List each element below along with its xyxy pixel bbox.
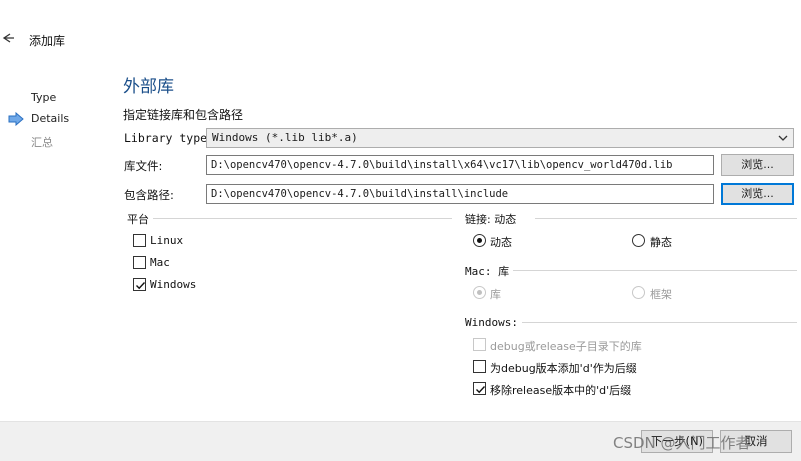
linkage-group-title: 链接: 动态 bbox=[465, 211, 521, 227]
debug-suffix-checkbox[interactable] bbox=[473, 360, 486, 373]
right-arrow-icon bbox=[8, 111, 24, 127]
include-path-label: 包含路径: bbox=[124, 188, 174, 202]
page-subheading: 指定链接库和包含路径 bbox=[123, 108, 244, 122]
library-type-select[interactable]: Windows (*.lib lib*.a) bbox=[206, 128, 794, 148]
dynamic-radio[interactable] bbox=[473, 234, 486, 247]
subdir-label: debug或release子目录下的库 bbox=[490, 340, 642, 353]
page-heading: 外部库 bbox=[123, 77, 174, 97]
mac-checkbox[interactable] bbox=[133, 256, 146, 269]
linkage-divider bbox=[535, 218, 797, 219]
nav-item-summary[interactable]: 汇总 bbox=[31, 134, 53, 150]
dialog-title: 添加库 bbox=[29, 34, 66, 48]
platform-divider bbox=[150, 218, 452, 219]
library-type-value: Windows (*.lib lib*.a) bbox=[212, 131, 358, 144]
windows-label: Windows bbox=[150, 278, 197, 291]
library-file-label: 库文件: bbox=[124, 159, 163, 173]
mac-library-label: 库 bbox=[490, 288, 501, 301]
mac-framework-label: 框架 bbox=[650, 288, 672, 301]
static-radio[interactable] bbox=[632, 234, 645, 247]
debug-suffix-label: 为debug版本添加'd'作为后缀 bbox=[490, 362, 637, 375]
dynamic-label: 动态 bbox=[490, 236, 512, 249]
static-label: 静态 bbox=[650, 236, 672, 249]
mac-lib-divider bbox=[512, 270, 797, 271]
include-path-input[interactable]: D:\opencv470\opencv-4.7.0\build\install\… bbox=[206, 184, 714, 204]
windows-divider bbox=[518, 322, 797, 323]
checkmark-icon bbox=[476, 386, 486, 394]
mac-framework-radio[interactable] bbox=[632, 286, 645, 299]
linux-checkbox[interactable] bbox=[133, 234, 146, 247]
mac-library-radio[interactable] bbox=[473, 286, 486, 299]
library-file-input[interactable]: D:\opencv470\opencv-4.7.0\build\install\… bbox=[206, 155, 714, 175]
watermark: CSDN @入门工作者 bbox=[613, 434, 751, 452]
mac-label: Mac bbox=[150, 256, 170, 269]
remove-d-label: 移除release版本中的'd'后缀 bbox=[490, 384, 632, 397]
browse-include-button[interactable]: 浏览... bbox=[721, 183, 794, 205]
windows-group-title: Windows: bbox=[465, 316, 522, 329]
chevron-down-icon bbox=[777, 132, 789, 144]
windows-checkbox[interactable] bbox=[133, 278, 146, 291]
subdir-checkbox[interactable] bbox=[473, 338, 486, 351]
library-type-label: Library type: bbox=[124, 131, 215, 145]
checkmark-icon bbox=[136, 282, 146, 290]
nav-item-details[interactable]: Details bbox=[31, 112, 69, 125]
linux-label: Linux bbox=[150, 234, 184, 247]
back-arrow-icon[interactable] bbox=[0, 30, 16, 46]
browse-library-button[interactable]: 浏览... bbox=[721, 154, 794, 176]
mac-lib-group-title: Mac: 库 bbox=[465, 263, 514, 279]
remove-d-checkbox[interactable] bbox=[473, 382, 486, 395]
nav-item-type[interactable]: Type bbox=[31, 91, 56, 104]
platform-group-title: 平台 bbox=[127, 211, 153, 227]
